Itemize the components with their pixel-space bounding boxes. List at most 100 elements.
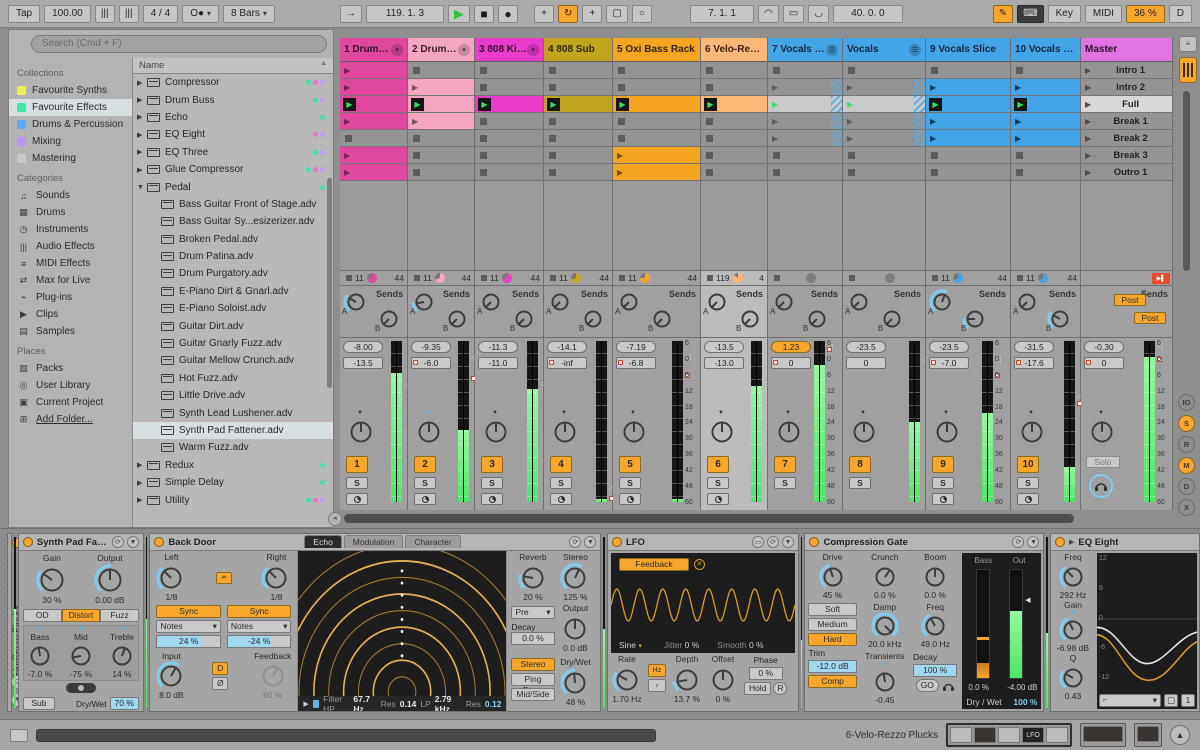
solo-button[interactable]: S xyxy=(707,477,729,489)
sidebar-item-add-folder[interactable]: ⊞ Add Folder... xyxy=(9,411,132,428)
reverb-knob[interactable] xyxy=(518,563,548,593)
browser-row[interactable]: Guitar Gnarly Fuzz.adv xyxy=(133,335,333,352)
clip[interactable]: ▶ xyxy=(408,79,474,96)
clip-chooser-icon[interactable]: ▾ xyxy=(458,43,470,56)
stop-button[interactable]: ■ xyxy=(474,4,494,23)
save-preset-icon[interactable]: ▼ xyxy=(781,536,794,548)
volume-field[interactable]: -6.8 xyxy=(616,357,656,369)
follow-button[interactable]: → xyxy=(340,4,362,23)
mid-knob[interactable] xyxy=(67,642,95,670)
group-clip[interactable]: ▶ xyxy=(768,130,842,147)
trim-field[interactable]: -12.0 dB xyxy=(808,659,857,673)
peak-level-field[interactable]: -11.3 xyxy=(478,341,518,353)
browser-row[interactable]: Synth Pad Fattener.adv xyxy=(133,421,333,440)
sync-right-button[interactable]: Sync xyxy=(226,604,292,618)
volume-field[interactable]: -inf xyxy=(547,357,587,369)
browser-row[interactable]: Drum Patina.adv xyxy=(133,248,333,265)
group-clip[interactable]: ▶ xyxy=(768,113,842,130)
clip-slot-empty[interactable] xyxy=(768,62,842,79)
smooth-field[interactable]: 0 % xyxy=(749,640,764,650)
stop-all-icon[interactable] xyxy=(414,275,420,281)
device-on-toggle[interactable] xyxy=(22,537,33,547)
device-pedal-header[interactable]: Synth Pad Fatte... ⟳ ▼ xyxy=(18,534,143,551)
boom-knob[interactable] xyxy=(921,563,949,591)
device-thumb[interactable] xyxy=(1083,726,1123,742)
clip[interactable]: ▶ xyxy=(340,79,407,96)
device-thumb[interactable] xyxy=(1046,727,1068,743)
mixer-section-toggle-d[interactable]: D xyxy=(1178,478,1195,495)
peak-level-field[interactable]: -0.30 xyxy=(1084,341,1124,353)
sidebar-item-user-library[interactable]: ◎ User Library xyxy=(9,377,132,394)
clip-slot-empty[interactable] xyxy=(544,79,612,96)
groove-selector[interactable]: O● ▾ xyxy=(182,4,220,23)
collapsed-track-rail[interactable]: Velo-Rezzo Plucks ⟳ ▼ xyxy=(7,533,26,712)
clip-slot-empty[interactable] xyxy=(701,147,767,164)
session-vertical-scrollbar[interactable] xyxy=(1183,91,1190,271)
clip-play-button[interactable]: ▶ xyxy=(929,97,942,111)
tap-tempo-button[interactable]: Tap xyxy=(8,4,41,23)
level-meter[interactable]: ◁ xyxy=(672,341,691,502)
clip-slot-empty[interactable] xyxy=(544,113,612,130)
key-map-button[interactable]: Key xyxy=(1047,4,1081,23)
level-meter[interactable]: ◁ xyxy=(458,341,477,502)
go-button[interactable]: GO xyxy=(915,679,939,693)
solo-button[interactable]: S xyxy=(849,477,871,489)
stop-all-icon[interactable] xyxy=(1017,275,1023,281)
solo-button[interactable]: S xyxy=(619,477,641,489)
sidebar-item-sounds[interactable]: ♫ Sounds xyxy=(9,187,132,204)
solo-button[interactable]: S xyxy=(550,477,572,489)
peak-level-field[interactable]: -9.35 xyxy=(411,341,451,353)
clip[interactable]: ▶ xyxy=(340,147,407,164)
sidebar-item-clips[interactable]: ▶ Clips xyxy=(9,306,132,323)
device-on-toggle[interactable] xyxy=(1054,537,1065,547)
dry-wet-knob[interactable] xyxy=(560,668,590,698)
record-button[interactable]: ● xyxy=(498,4,518,23)
phase-invert-button[interactable]: Ø xyxy=(212,677,229,691)
clip-slot-empty[interactable] xyxy=(408,62,474,79)
echo-tab-character[interactable]: Character xyxy=(405,535,461,548)
draw-grid-button[interactable]: ▢ xyxy=(606,4,628,23)
scene-slot[interactable]: ▶ Break 3 xyxy=(1081,147,1172,164)
mixer-section-toggle-io[interactable]: IO xyxy=(1178,394,1195,411)
clip-chooser-icon[interactable]: ▾ xyxy=(391,43,403,56)
loop-button[interactable]: ▭ xyxy=(782,4,805,23)
nudge-down-button[interactable]: ||| xyxy=(94,4,115,23)
clip-play-icon[interactable]: ▶ xyxy=(1015,117,1021,126)
device-lfo-header[interactable]: LFO ▭ ⟳ ▼ xyxy=(607,534,798,551)
peak-level-field[interactable]: -23.5 xyxy=(929,341,969,353)
clip-playing[interactable]: ▶ xyxy=(340,96,407,113)
sidebar-item-mastering[interactable]: Mastering xyxy=(9,150,132,167)
nudge-up-button[interactable]: ||| xyxy=(118,4,139,23)
clip-slot-empty[interactable] xyxy=(475,130,543,147)
jitter-field[interactable]: 0 % xyxy=(685,640,700,650)
pan-knob[interactable] xyxy=(849,417,879,447)
transients-knob[interactable] xyxy=(871,668,899,696)
browser-row[interactable]: ▶ Glue Compressor xyxy=(133,161,333,178)
device-thumb[interactable] xyxy=(1137,726,1159,742)
capture-midi-button[interactable]: + xyxy=(582,4,603,23)
mapped-parameter-chip[interactable]: Feedback xyxy=(618,558,689,571)
volume-field[interactable]: -11.0 xyxy=(478,357,518,369)
offset-right-field[interactable]: -24 % xyxy=(226,634,292,648)
level-meter[interactable]: ◁ xyxy=(982,341,1001,502)
monitor-button[interactable] xyxy=(481,493,503,505)
clip-play-icon[interactable]: ▶ xyxy=(772,83,778,92)
pedal-mode-fuzz[interactable]: Fuzz xyxy=(100,608,139,622)
sidebar-item-current-project[interactable]: ▣ Current Project xyxy=(9,394,132,411)
hot-swap-icon[interactable]: ⟳ xyxy=(766,536,779,548)
device-echo[interactable]: Back Door ⟳ ▼ Left 1/8 ∞ Right 1/8 Sync … xyxy=(149,533,602,712)
clip-playing[interactable]: ▶ xyxy=(926,96,1010,113)
gate-shape-medium[interactable]: Medium xyxy=(808,617,857,631)
mixer-section-toggle-r[interactable]: R xyxy=(1178,436,1195,453)
echo-output-knob[interactable] xyxy=(560,614,590,644)
clip-slot-empty[interactable] xyxy=(613,62,700,79)
level-meter[interactable]: ◁ xyxy=(1064,341,1083,502)
drive-knob[interactable] xyxy=(818,563,847,591)
clip-slot-empty[interactable] xyxy=(701,113,767,130)
track-activator[interactable]: 6 xyxy=(707,456,729,473)
sidebar-item-favourite-effects[interactable]: Favourite Effects xyxy=(9,99,132,116)
crunch-knob[interactable] xyxy=(871,563,899,591)
session-horizontal-scrollbar[interactable] xyxy=(344,514,1074,523)
time-signature-field[interactable]: 4 / 4 xyxy=(142,4,179,23)
device-fold-icon[interactable]: ▶ xyxy=(1069,538,1074,546)
